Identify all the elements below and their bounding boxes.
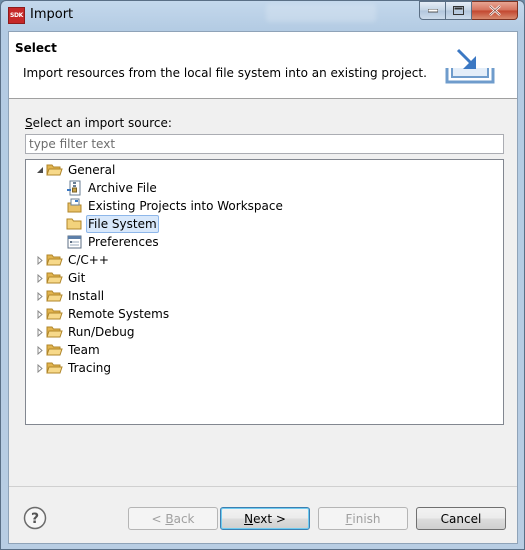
tree-label: Run/Debug [68,325,135,339]
tree-node-team[interactable]: Team [34,341,102,359]
collapsed-arrow-icon[interactable] [34,287,46,305]
maximize-icon [453,6,464,15]
back-prefix: < [151,511,166,526]
next-label: ext > [253,511,286,526]
import-source-label: Select an import source: [25,116,172,130]
folder-icon [46,288,63,304]
next-button[interactable]: Next > [220,507,310,530]
label-mnemonic: S [25,116,33,130]
window-controls [419,1,518,21]
tree-node-general[interactable]: General [34,161,117,179]
back-label: ack [173,511,195,526]
back-mnemonic: B [165,511,174,526]
label-text: elect an import source: [32,116,172,130]
folder-icon [46,324,63,340]
tree-node-cpp[interactable]: C/C++ [34,251,111,269]
close-icon [488,5,501,16]
next-mnemonic: N [244,511,254,526]
button-bar-separator [9,486,517,487]
close-button[interactable] [472,1,518,20]
tree-node-archive-file[interactable]: Archive File [66,179,159,197]
tree-node-existing-projects[interactable]: Existing Projects into Workspace [66,197,285,215]
title-bar[interactable]: SDK Import [1,1,524,29]
import-source-tree[interactable]: General Archive File Existing Projects i… [25,159,504,425]
collapsed-arrow-icon[interactable] [34,251,46,269]
page-title: Select [15,41,57,55]
finish-button[interactable]: Finish [318,507,408,530]
folder-icon [46,360,63,376]
tree-node-install[interactable]: Install [34,287,106,305]
import-wizard-icon [445,48,495,84]
filter-input[interactable] [25,134,504,154]
window-title: Import [30,7,74,22]
tree-label: Preferences [88,235,159,249]
help-button[interactable]: ? [23,506,47,530]
folder-icon [46,306,63,322]
tree-label: Archive File [88,181,157,195]
finish-label: inish [352,511,381,526]
help-icon: ? [23,506,47,530]
folder-icon [66,216,83,232]
preferences-icon [66,234,83,250]
collapsed-arrow-icon[interactable] [34,323,46,341]
maximize-button[interactable] [446,1,472,20]
minimize-button[interactable] [419,1,446,20]
tree-node-file-system[interactable]: File System [66,215,159,233]
archive-file-icon [66,180,83,196]
page-description: Import resources from the local file sys… [23,66,427,80]
minimize-icon [427,8,438,12]
tree-label: Tracing [68,361,112,375]
tree-node-tracing[interactable]: Tracing [34,359,113,377]
sdk-app-icon: SDK [8,7,25,24]
title-bar-blur [266,4,376,22]
tree-label: File System [86,215,159,233]
back-button[interactable]: < Back [128,507,218,530]
wizard-header: Select Import resources from the local f… [9,32,517,99]
existing-projects-icon [66,198,83,214]
tree-label: Team [68,343,100,357]
folder-open-icon [46,162,63,178]
folder-icon [46,270,63,286]
tree-label: Remote Systems [68,307,170,321]
finish-mnemonic: F [345,511,353,526]
tree-node-run-debug[interactable]: Run/Debug [34,323,137,341]
collapsed-arrow-icon[interactable] [34,341,46,359]
collapsed-arrow-icon[interactable] [34,359,46,377]
tree-label: Existing Projects into Workspace [88,199,283,213]
cancel-button[interactable]: Cancel [416,507,506,530]
folder-icon [46,252,63,268]
tree-label: C/C++ [68,253,109,267]
tree-label: Install [68,289,105,303]
tree-label: General [68,163,116,177]
folder-icon [46,342,63,358]
dialog-client-area: Select Import resources from the local f… [8,31,518,544]
import-dialog: SDK Import Select Import resources from … [0,0,525,550]
tree-node-preferences[interactable]: Preferences [66,233,161,251]
svg-text:?: ? [31,511,39,527]
collapsed-arrow-icon[interactable] [34,269,46,287]
tree-label: Git [68,271,86,285]
cancel-label: Cancel [440,511,482,526]
tree-node-git[interactable]: Git [34,269,87,287]
tree-node-remote-systems[interactable]: Remote Systems [34,305,171,323]
expanded-arrow-icon[interactable] [34,161,46,179]
collapsed-arrow-icon[interactable] [34,305,46,323]
